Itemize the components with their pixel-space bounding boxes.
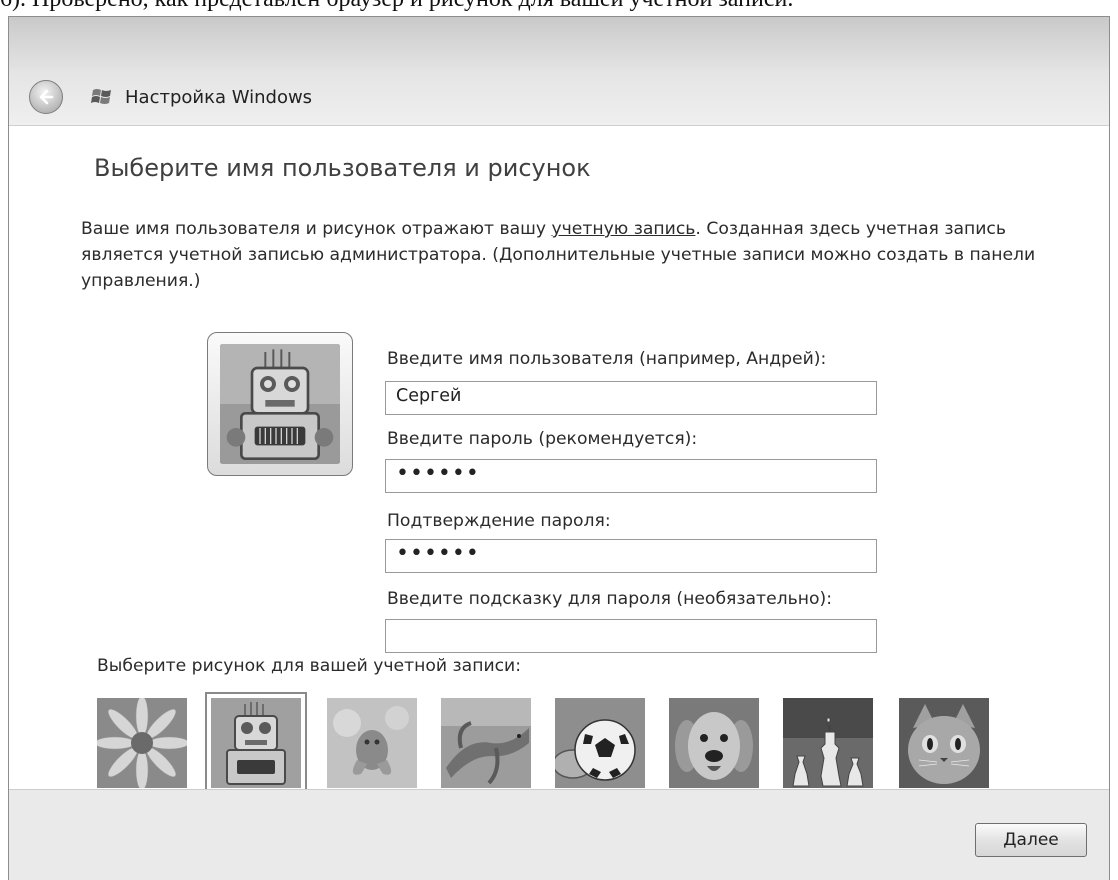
fish-icon	[327, 698, 417, 788]
description-text: Ваше имя пользователя и рисунок отражают…	[81, 216, 1041, 294]
picture-lizard[interactable]	[441, 698, 531, 788]
confirm-password-input[interactable]: ••••••	[385, 539, 877, 573]
footer-bar: Далее	[9, 789, 1109, 880]
next-button[interactable]: Далее	[975, 823, 1087, 857]
username-input[interactable]: Сергей	[385, 381, 877, 415]
selected-picture-preview	[207, 332, 353, 476]
windows-flag-icon	[91, 89, 111, 104]
content-area: Выберите имя пользователя и рисунок Ваше…	[9, 126, 1109, 794]
picture-soccer-ball[interactable]	[555, 698, 645, 788]
kitten-icon	[899, 698, 989, 788]
page-title: Выберите имя пользователя и рисунок	[94, 154, 591, 182]
picture-kitten[interactable]	[899, 698, 989, 788]
confirm-password-label: Подтверждение пароля:	[387, 511, 611, 531]
back-button[interactable]	[29, 80, 63, 114]
title-bar	[9, 17, 1109, 69]
password-hint-label: Введите подсказку для пароля (необязател…	[387, 589, 833, 609]
back-arrow-icon	[39, 89, 54, 105]
username-label: Введите имя пользователя (например, Андр…	[387, 349, 827, 369]
dog-icon	[669, 698, 759, 788]
navigation-bar: Настройка Windows	[9, 69, 1109, 126]
robot-avatar-large	[219, 344, 341, 464]
picture-chess[interactable]	[783, 698, 873, 788]
picture-flower[interactable]	[97, 698, 187, 788]
picture-dog[interactable]	[669, 698, 759, 788]
picture-robot[interactable]	[205, 692, 307, 794]
description-part-1: Ваше имя пользователя и рисунок отражают…	[81, 219, 552, 239]
chess-icon	[783, 698, 873, 788]
flower-icon	[97, 698, 187, 788]
soccer-ball-icon	[555, 698, 645, 788]
choose-picture-label: Выберите рисунок для вашей учетной запис…	[97, 656, 522, 676]
setup-window: Настройка Windows Выберите имя пользоват…	[8, 16, 1110, 880]
password-label: Введите пароль (рекомендуется):	[387, 429, 698, 449]
account-link[interactable]: учетную запись	[551, 219, 695, 239]
window-title: Настройка Windows	[125, 87, 313, 108]
page-caption-cropped: 6). Проверено, как представлен браузер и…	[0, 0, 1118, 16]
picture-fish[interactable]	[327, 698, 417, 788]
password-input[interactable]: ••••••	[385, 459, 877, 493]
password-hint-input[interactable]	[385, 619, 877, 653]
lizard-icon	[441, 698, 531, 788]
robot-icon	[211, 698, 301, 788]
